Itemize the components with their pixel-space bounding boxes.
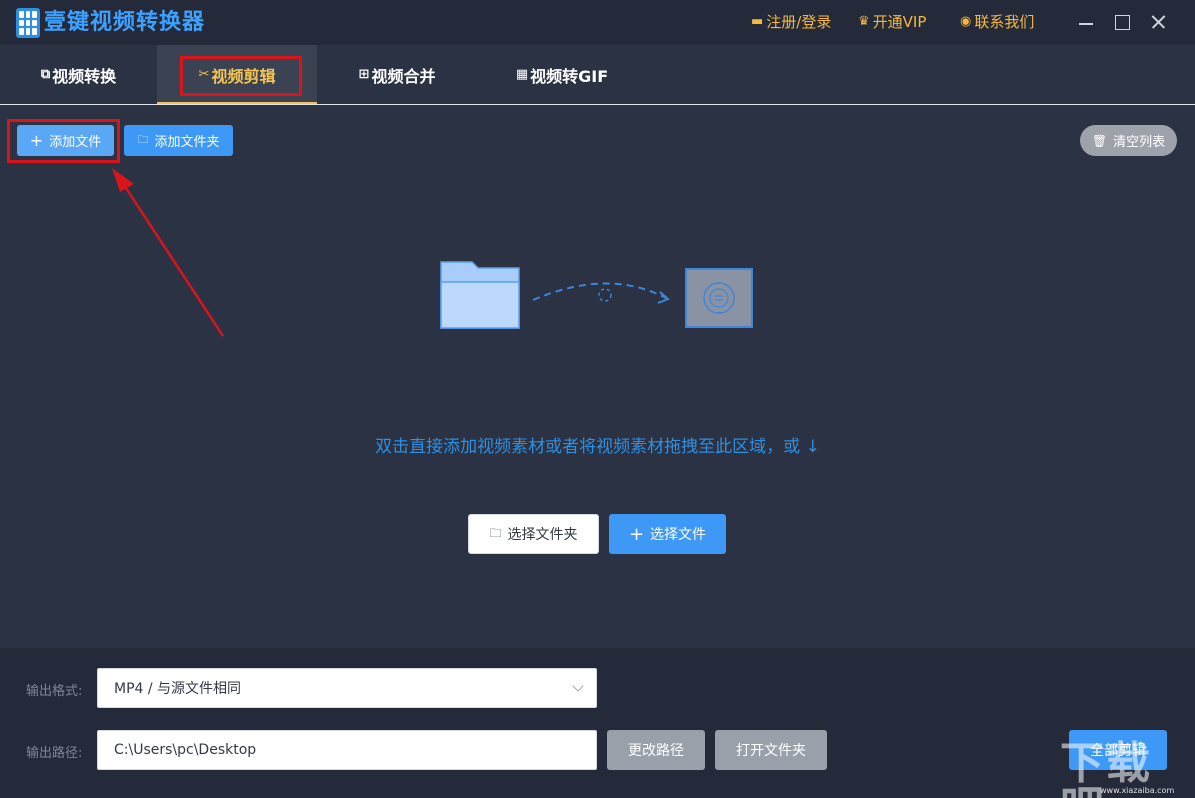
add-file-highlight-box xyxy=(7,119,120,163)
title-bar: 壹键视频转换器 ▬ 注册/登录 ♛ 开通VIP ◉ 联系我们 xyxy=(0,0,1195,45)
open-folder-button[interactable]: 打开文件夹 xyxy=(715,730,827,770)
convert-target-icon xyxy=(685,268,753,328)
tab-label: 视频转换 xyxy=(52,66,117,86)
output-format-select[interactable]: MP4 / 与源文件相同 xyxy=(97,668,597,708)
choose-file-label: 选择文件 xyxy=(650,527,707,543)
contact-icon: ◉ xyxy=(960,14,972,29)
vip-label: 开通VIP xyxy=(872,13,927,31)
drop-illustration xyxy=(440,261,753,329)
choose-folder-button[interactable]: 🗀 选择文件夹 xyxy=(468,514,599,554)
merge-icon: ⊞ xyxy=(358,67,370,82)
tab-label: 视频合并 xyxy=(371,66,436,86)
folder-illustration-icon xyxy=(440,261,520,329)
tab-video-merge[interactable]: ⊞ 视频合并 xyxy=(317,45,477,104)
trash-icon: 🗑 xyxy=(1091,133,1108,148)
output-format-value: MP4 / 与源文件相同 xyxy=(114,681,242,697)
edit-all-button[interactable]: 全部剪辑 xyxy=(1069,730,1167,770)
folder-icon: 🗀 xyxy=(137,133,149,146)
clear-list-button[interactable]: 🗑 清空列表 xyxy=(1080,125,1177,156)
add-folder-button[interactable]: 🗀 添加文件夹 xyxy=(124,125,233,156)
add-folder-label: 添加文件夹 xyxy=(154,135,220,150)
folder-icon: 🗀 xyxy=(489,525,502,540)
register-login-label: 注册/登录 xyxy=(766,13,832,31)
contact-link[interactable]: ◉ 联系我们 xyxy=(960,12,1034,32)
contact-label: 联系我们 xyxy=(974,13,1035,31)
register-login-link[interactable]: ▬ 注册/登录 xyxy=(751,12,831,32)
close-button[interactable] xyxy=(1148,12,1168,32)
convert-icon: ⧉ xyxy=(40,67,51,82)
drop-hint-text[interactable]: 双击直接添加视频素材或者将视频素材拖拽至此区域，或 ↓ xyxy=(0,432,1195,457)
tab-video-convert[interactable]: ⧉ 视频转换 xyxy=(0,45,157,104)
change-path-label: 更改路径 xyxy=(628,743,684,759)
edit-all-label: 全部剪辑 xyxy=(1090,743,1146,759)
chevron-down-icon xyxy=(572,680,584,692)
gif-icon: ▦ xyxy=(515,67,529,82)
tab-label: 视频转GIF xyxy=(530,66,609,86)
tab-video-to-gif[interactable]: ▦ 视频转GIF xyxy=(477,45,647,104)
output-path-input[interactable]: C:\Users\pc\Desktop xyxy=(97,730,597,770)
vip-link[interactable]: ♛ 开通VIP xyxy=(858,12,926,32)
open-folder-label: 打开文件夹 xyxy=(736,743,806,759)
dashed-path-icon xyxy=(532,282,667,301)
change-path-button[interactable]: 更改路径 xyxy=(607,730,705,770)
user-card-icon: ▬ xyxy=(751,14,764,29)
output-format-label: 输出格式: xyxy=(26,684,83,699)
plus-icon: + xyxy=(628,523,645,545)
choose-folder-label: 选择文件夹 xyxy=(507,527,578,543)
maximize-button[interactable] xyxy=(1112,12,1132,32)
choose-file-button[interactable]: + 选择文件 xyxy=(609,514,726,554)
app-title: 壹键视频转换器 xyxy=(44,10,206,35)
annotation-arrow xyxy=(112,168,225,337)
clear-list-label: 清空列表 xyxy=(1113,135,1166,150)
output-path-label: 输出路径: xyxy=(26,746,83,761)
output-path-value: C:\Users\pc\Desktop xyxy=(114,742,257,758)
output-settings-panel: 输出格式: MP4 / 与源文件相同 输出路径: C:\Users\pc\Des… xyxy=(0,648,1195,798)
tab-highlight-box xyxy=(180,56,302,96)
app-logo-icon xyxy=(16,8,40,38)
minimize-button[interactable] xyxy=(1076,12,1096,32)
crown-icon: ♛ xyxy=(858,14,870,29)
